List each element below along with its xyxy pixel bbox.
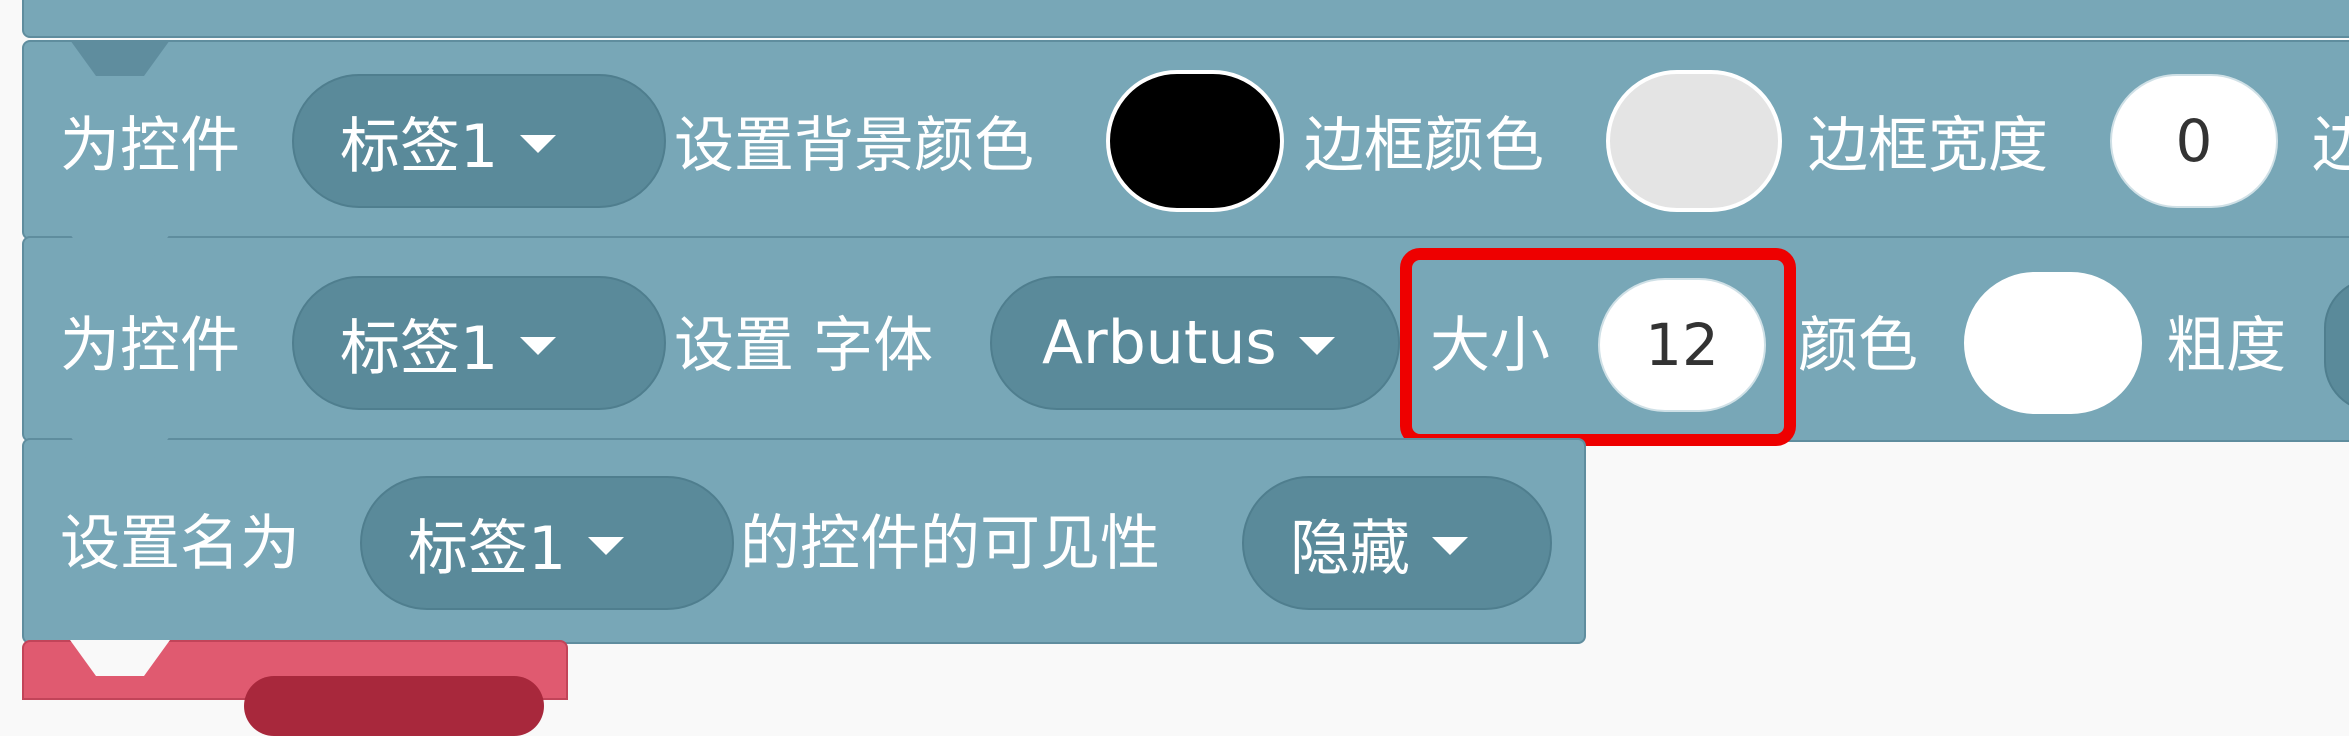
set-visibility-block[interactable]: 设置名为 标签1 的控件的可见性 隐藏 <box>22 436 1586 644</box>
component-dropdown-value: 标签1 <box>340 313 499 384</box>
block-notch <box>70 40 170 76</box>
block-notch <box>70 436 170 472</box>
component-dropdown[interactable]: 标签1 <box>292 74 666 208</box>
chevron-down-icon <box>520 337 557 355</box>
component-dropdown-value: 标签1 <box>340 111 499 182</box>
background-color-swatch[interactable] <box>1106 70 1284 212</box>
chevron-down-icon <box>1298 337 1335 355</box>
visibility-label: 的控件的可见性 <box>740 509 1160 579</box>
border-color-swatch[interactable] <box>1606 70 1782 212</box>
border-width-label: 边框宽度 <box>1808 111 2048 181</box>
next-block-slot[interactable] <box>244 676 544 736</box>
chevron-down-icon <box>588 537 625 555</box>
set-font-block[interactable]: 为控件 标签1 设置 字体 Arbutus 大小 12 颜色 粗度 <box>22 234 2349 442</box>
font-dropdown-value: Arbutus <box>1042 308 1277 378</box>
font-color-swatch[interactable] <box>1964 272 2142 414</box>
block-notch <box>70 234 170 270</box>
visibility-dropdown[interactable]: 隐藏 <box>1242 476 1552 610</box>
font-label: 设置 字体 <box>674 311 934 381</box>
block-prefix-label: 为控件 <box>60 311 240 381</box>
color-label: 颜色 <box>1798 311 1918 381</box>
block-prefix-label: 设置名为 <box>60 509 300 579</box>
weight-label: 粗度 <box>2166 311 2286 381</box>
component-dropdown[interactable]: 标签1 <box>360 476 734 610</box>
font-dropdown[interactable]: Arbutus <box>990 276 1400 410</box>
next-block-partial[interactable] <box>22 640 568 736</box>
border-color-label: 边框颜色 <box>1304 111 1544 181</box>
chevron-down-icon <box>520 135 557 153</box>
weight-input-partial[interactable] <box>2324 278 2349 412</box>
border-width-input[interactable]: 0 <box>2110 74 2278 208</box>
set-background-color-block[interactable]: 为控件 标签1 设置背景颜色 边框颜色 边框宽度 0 边 <box>22 40 2349 240</box>
component-dropdown[interactable]: 标签1 <box>292 276 666 410</box>
partial-block-top[interactable] <box>22 0 2349 38</box>
background-color-label: 设置背景颜色 <box>674 111 1034 181</box>
size-highlight-box <box>1400 248 1796 446</box>
chevron-down-icon <box>1432 537 1468 555</box>
component-dropdown-value: 标签1 <box>408 513 567 584</box>
block-notch <box>70 640 170 676</box>
visibility-dropdown-value: 隐藏 <box>1290 513 1410 584</box>
block-prefix-label: 为控件 <box>60 111 240 181</box>
truncated-label: 边 <box>2312 111 2349 181</box>
